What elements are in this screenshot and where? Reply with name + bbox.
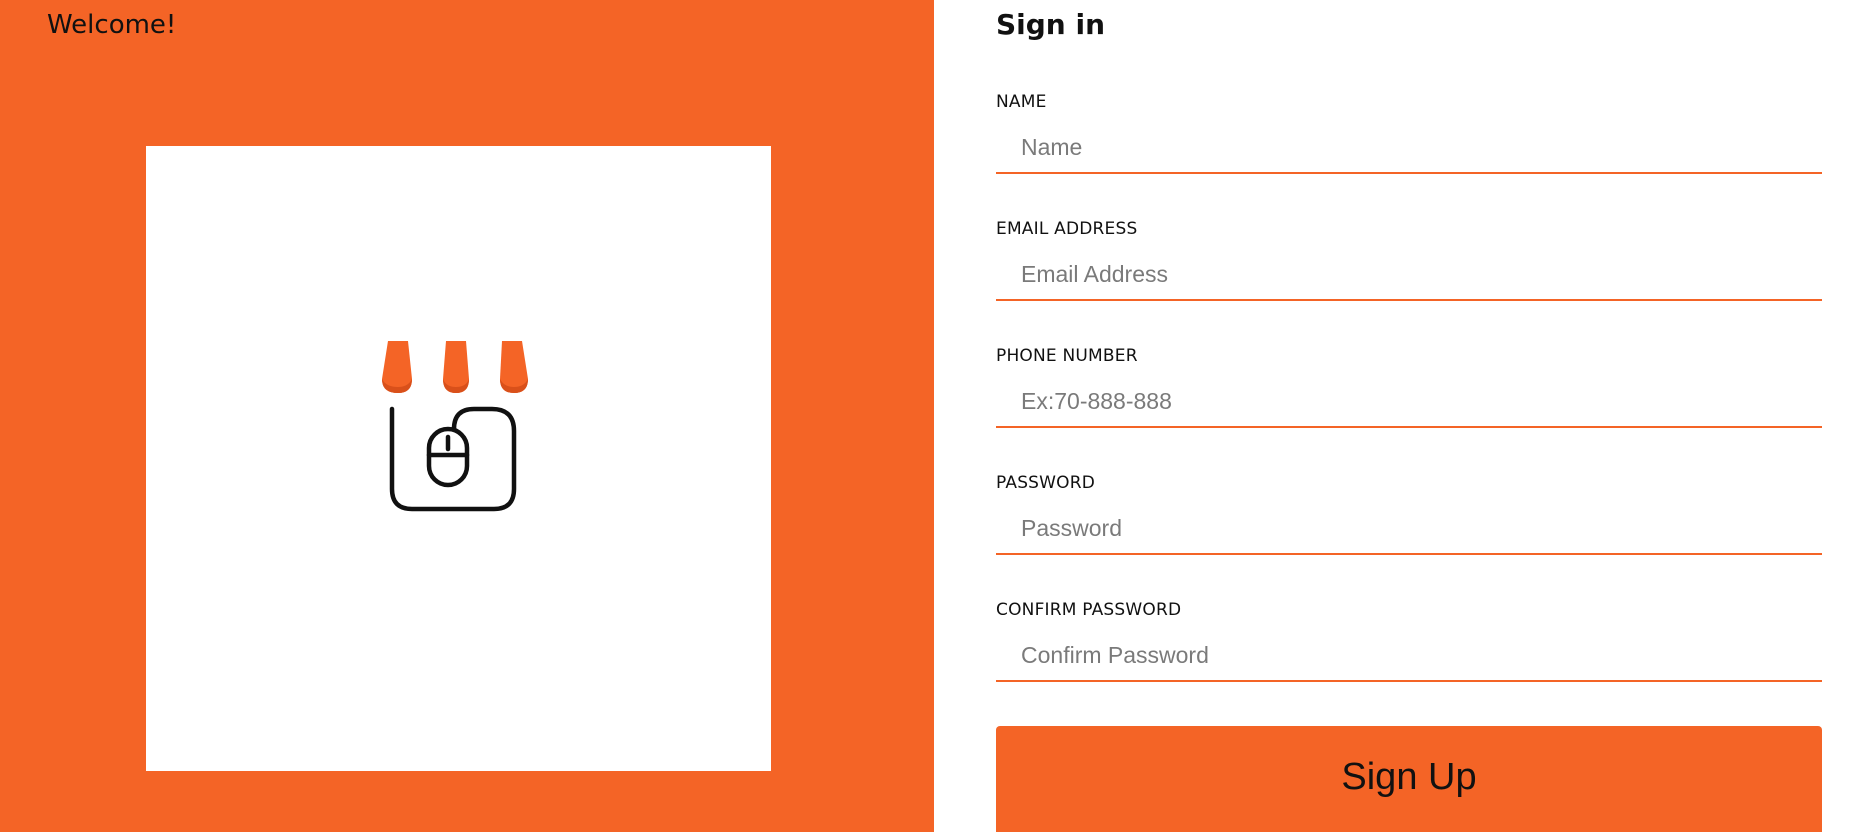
sign-up-button[interactable]: Sign Up [996,726,1822,832]
phone-input[interactable] [996,376,1822,428]
confirm-password-label: CONFIRM PASSWORD [996,600,1182,620]
phone-field-group: PHONE NUMBER [996,346,1822,428]
name-input[interactable] [996,122,1822,174]
password-input[interactable] [996,503,1822,555]
signup-page: Welcome! Sign in NAME Name EMAIL ADDRESS… [0,0,1858,832]
confirm-password-input[interactable] [996,630,1822,682]
signup-form-panel: Sign in NAME EMAIL ADDRESS PHONE NUMBER … [934,0,1858,832]
confirm-password-field-group: CONFIRM PASSWORD [996,600,1822,682]
shop-mouse-logo-icon [382,341,528,512]
email-field-group: EMAIL ADDRESS [996,219,1822,301]
form-title: Sign in [996,8,1106,41]
bag-outline-icon [389,406,517,512]
name-label: NAME [996,92,1047,112]
password-label: PASSWORD [996,473,1096,493]
logo-card [146,146,771,771]
awning-icon [382,341,528,393]
welcome-heading: Welcome! [47,10,177,40]
name-field-group: NAME [996,92,1822,174]
mouse-icon [426,426,470,488]
welcome-panel: Welcome! [0,0,934,832]
phone-label: PHONE NUMBER [996,346,1138,366]
email-input[interactable] [996,249,1822,301]
email-label: EMAIL ADDRESS [996,219,1138,239]
password-field-group: PASSWORD [996,473,1822,555]
